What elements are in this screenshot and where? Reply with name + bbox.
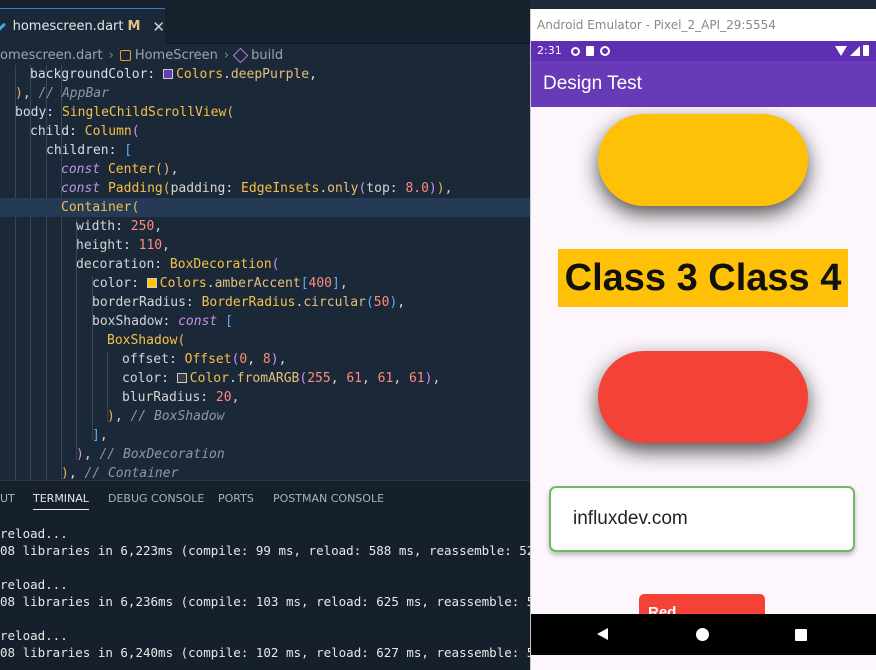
code-line: height: 110, — [76, 238, 170, 253]
wifi-icon — [835, 46, 847, 56]
code-line: width: 250, — [76, 219, 163, 234]
sync-icon — [600, 46, 610, 56]
panel-tabs: UT TERMINAL DEBUG CONSOLE PORTS POSTMAN … — [0, 481, 530, 517]
emulator-title: Android Emulator - Pixel_2_API_29:5554 — [531, 9, 876, 41]
status-bar: 2:31 — [531, 41, 876, 61]
tab-output[interactable]: UT — [0, 492, 15, 505]
terminal-line: 08 libraries in 6,223ms (compile: 99 ms,… — [0, 543, 580, 558]
terminal-line: reload... — [0, 526, 68, 541]
code-line: ), // Container — [61, 466, 179, 480]
code-line: ), // BoxDecoration — [76, 447, 225, 462]
tab-debug-console[interactable]: DEBUG CONSOLE — [108, 492, 204, 505]
code-line: color: Color.fromARGB(255, 61, 61, 61), — [122, 371, 441, 386]
code-line: ), // AppBar — [15, 86, 109, 101]
signal-icon — [850, 46, 860, 56]
code-line: ), // BoxShadow — [107, 409, 225, 424]
terminal-line: reload... — [0, 577, 68, 592]
terminal-line: 08 libraries in 6,236ms (compile: 103 ms… — [0, 594, 572, 609]
red-rounded-container — [598, 351, 808, 443]
tab-terminal[interactable]: TERMINAL — [33, 492, 89, 510]
breadcrumb-class[interactable]: HomeScreen — [135, 48, 218, 63]
code-line: borderRadius: BorderRadius.circular(50), — [92, 295, 406, 310]
code-line: const Center(), — [61, 162, 179, 177]
terminal-line: reload... — [0, 628, 68, 643]
class-icon — [119, 49, 131, 61]
terminal-line: 08 libraries in 6,240ms (compile: 102 ms… — [0, 645, 587, 660]
code-line: child: Column( — [30, 124, 140, 139]
code-editor: homescreen.dart M ✕ omescreen.dart › Hom… — [0, 0, 587, 670]
class-text: Class 3 Class 4 — [558, 249, 848, 307]
url-text-field[interactable]: influxdev.com — [549, 486, 855, 552]
code-line: BoxShadow( — [107, 333, 186, 348]
editor-tab-bar: homescreen.dart M ✕ — [0, 0, 530, 44]
navigation-bar — [531, 614, 876, 655]
bottom-panel: UT TERMINAL DEBUG CONSOLE PORTS POSTMAN … — [0, 480, 587, 670]
code-line-active: Container( — [0, 198, 530, 217]
code-line: color: Colors.amberAccent[400], — [92, 276, 348, 291]
breadcrumb-method[interactable]: build — [251, 48, 283, 63]
android-emulator-window: Android Emulator - Pixel_2_API_29:5554 2… — [530, 9, 876, 670]
color-swatch — [146, 278, 157, 288]
chevron-right-icon: › — [108, 47, 114, 63]
tab-filename: homescreen.dart — [12, 19, 124, 34]
breadcrumb-file[interactable]: omescreen.dart — [0, 48, 103, 63]
code-line: body: SingleChildScrollView( — [15, 105, 235, 120]
app-title: Design Test — [543, 73, 642, 94]
chevron-right-icon: › — [223, 47, 230, 63]
home-icon[interactable] — [696, 628, 709, 641]
close-icon[interactable]: ✕ — [152, 18, 165, 36]
breadcrumb: omescreen.dart › HomeScreen › build — [0, 44, 530, 66]
tab-postman-console[interactable]: POSTMAN CONSOLE — [273, 492, 384, 505]
recent-apps-icon[interactable] — [795, 629, 807, 641]
modified-indicator: M — [127, 19, 141, 34]
code-line: children: [ — [46, 143, 133, 158]
phone-screen[interactable]: 2:31 Design Test Class 3 Class 4 influxd… — [531, 41, 876, 670]
battery-icon — [863, 45, 869, 56]
tab-homescreen-dart[interactable]: homescreen.dart M ✕ — [0, 8, 165, 44]
back-icon[interactable] — [597, 628, 608, 640]
status-time: 2:31 — [537, 44, 562, 57]
dart-file-icon — [0, 22, 6, 31]
tab-ports[interactable]: PORTS — [218, 492, 254, 505]
app-bar: Design Test — [531, 61, 876, 107]
code-line: ], — [92, 428, 108, 443]
code-line: blurRadius: 20, — [122, 390, 240, 405]
code-line: decoration: BoxDecoration( — [76, 257, 280, 272]
method-icon — [232, 47, 249, 63]
code-line: const Padding(padding: EdgeInsets.only(t… — [61, 181, 453, 196]
code-line: backgroundColor: Colors.deepPurple, — [30, 67, 317, 82]
settings-icon — [571, 46, 580, 56]
url-text: influxdev.com — [573, 508, 688, 529]
code-line: offset: Offset(0, 8), — [122, 352, 287, 367]
amber-rounded-container — [598, 114, 808, 206]
code-area[interactable]: backgroundColor: Colors.deepPurple, ), /… — [0, 65, 530, 480]
sd-card-icon — [586, 46, 594, 56]
color-swatch — [163, 69, 174, 79]
code-line: boxShadow: const [ — [92, 314, 233, 329]
color-swatch — [176, 373, 187, 383]
